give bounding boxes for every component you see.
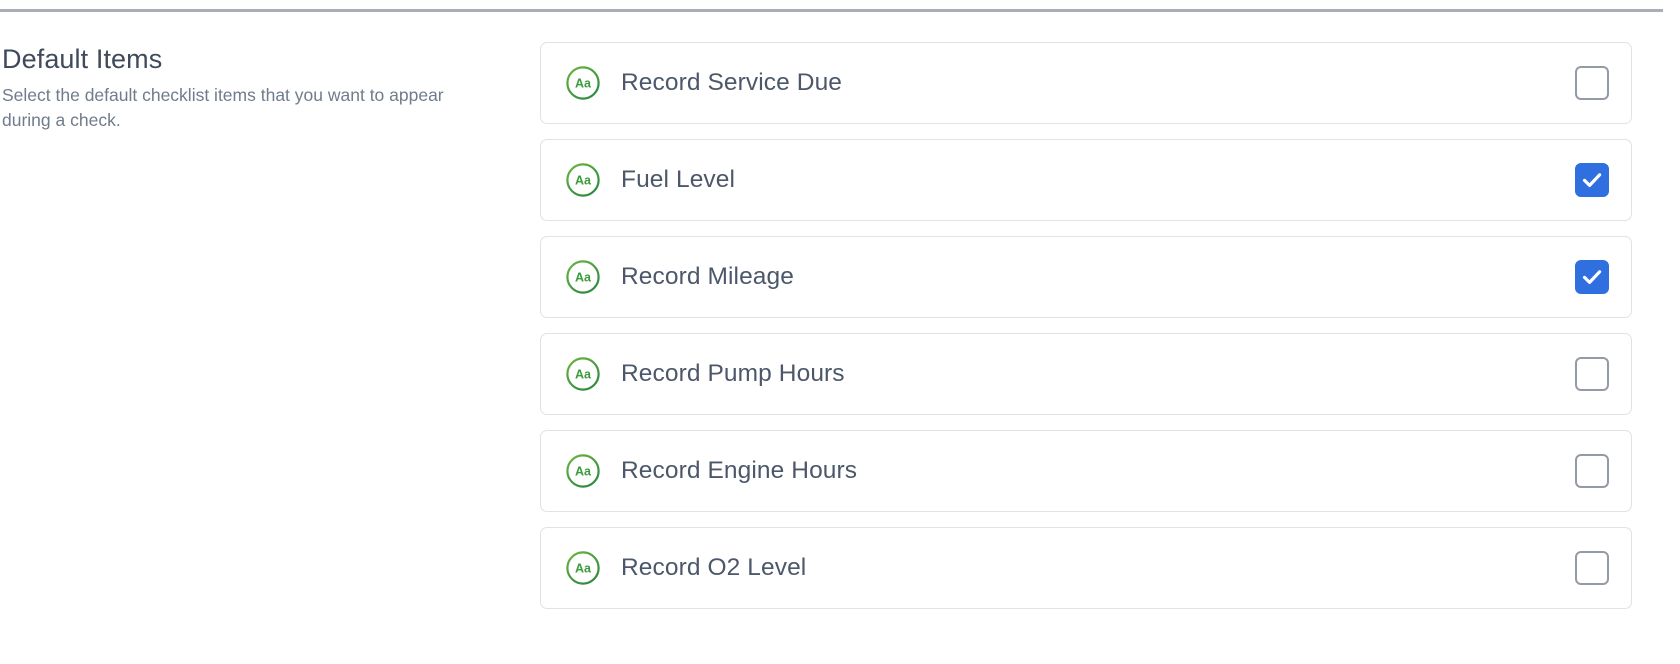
checklist-item-row[interactable]: Aa Record Pump Hours [540,333,1632,415]
checklist-item-row[interactable]: Aa Record Mileage [540,236,1632,318]
checklist-item-content: Aa Fuel Level [565,162,1575,198]
checklist-item-label: Record Engine Hours [621,457,858,484]
checklist-item-row[interactable]: Aa Fuel Level [540,139,1632,221]
checklist-item-content: Aa Record Pump Hours [565,356,1575,392]
aa-text-field-icon: Aa [566,551,600,585]
checklist-item-content: Aa Record O2 Level [565,550,1575,586]
default-items-settings-panel: Default Items Select the default checkli… [0,0,1680,664]
section-description-column: Default Items Select the default checkli… [0,42,540,133]
checklist-item-content: Aa Record Service Due [565,65,1575,101]
checklist-item-row[interactable]: Aa Record O2 Level [540,527,1632,609]
aa-text-field-icon: Aa [566,357,600,391]
aa-text-field-icon: Aa [566,163,600,197]
checkmark-icon [1582,173,1602,187]
checklist-item-label: Record Pump Hours [621,360,845,387]
checklist-item-content: Aa Record Mileage [565,259,1575,295]
svg-text:Aa: Aa [575,174,592,188]
svg-text:Aa: Aa [575,562,592,576]
checklist-item-content: Aa Record Engine Hours [565,453,1575,489]
checklist-item-checkbox[interactable] [1575,66,1609,100]
svg-text:Aa: Aa [575,77,592,91]
default-items-checklist: Aa Record Service Due Aa Fuel Level Aa Record… [540,42,1672,609]
checklist-item-checkbox[interactable] [1575,551,1609,585]
section-divider [0,9,1663,12]
svg-text:Aa: Aa [575,368,592,382]
aa-text-field-icon: Aa [566,260,600,294]
checklist-item-row[interactable]: Aa Record Engine Hours [540,430,1632,512]
checkmark-icon [1582,270,1602,284]
page-title: Default Items [2,44,163,74]
checklist-item-label: Record O2 Level [621,554,807,581]
checklist-item-label: Record Mileage [621,263,794,290]
settings-content: Default Items Select the default checkli… [0,42,1680,609]
aa-text-field-icon: Aa [566,454,600,488]
section-description: Select the default checklist items that … [2,85,444,130]
checklist-column: Aa Record Service Due Aa Fuel Level Aa Record… [540,42,1680,609]
checklist-item-row[interactable]: Aa Record Service Due [540,42,1632,124]
aa-text-field-icon: Aa [566,66,600,100]
checklist-item-label: Fuel Level [621,166,736,193]
checklist-item-checkbox[interactable] [1575,260,1609,294]
checklist-item-checkbox[interactable] [1575,454,1609,488]
checklist-item-checkbox[interactable] [1575,163,1609,197]
checklist-item-label: Record Service Due [621,69,843,96]
svg-text:Aa: Aa [575,271,592,285]
svg-text:Aa: Aa [575,465,592,479]
checklist-item-checkbox[interactable] [1575,357,1609,391]
